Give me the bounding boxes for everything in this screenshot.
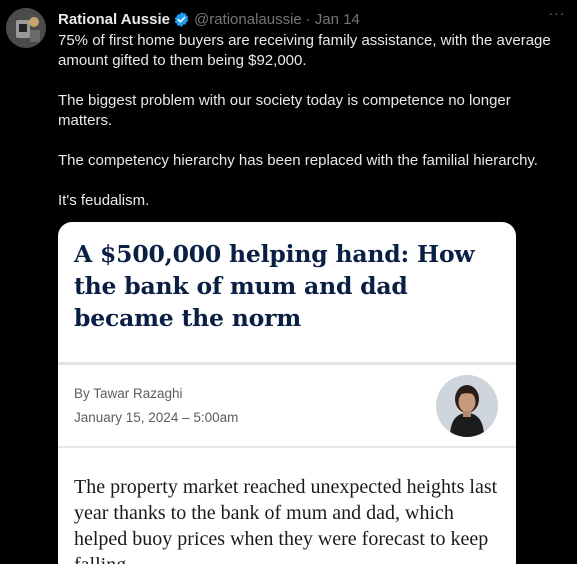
tweet[interactable]: Rational Aussie @rationalaussie · Jan 14… [0, 0, 577, 564]
card-divider [58, 446, 516, 448]
tweet-paragraph: It's feudalism. [58, 192, 150, 209]
author-name[interactable]: Rational Aussie [58, 11, 170, 28]
article-date: January 15, 2024 – 5:00am [74, 410, 239, 425]
author-handle[interactable]: @rationalaussie [194, 11, 302, 28]
more-horizontal-icon[interactable]: ··· [547, 6, 567, 24]
tweet-header: Rational Aussie @rationalaussie · Jan 14 [58, 9, 360, 29]
author-photo [436, 375, 498, 437]
author-avatar[interactable] [6, 8, 46, 48]
verified-badge-icon [173, 11, 190, 28]
tweet-date[interactable]: Jan 14 [315, 11, 360, 28]
article-card[interactable]: A $500,000 helping hand: How the bank of… [58, 222, 516, 564]
header-separator: · [305, 10, 311, 28]
tweet-paragraph: 75% of first home buyers are receiving f… [58, 32, 551, 69]
tweet-paragraph: The competency hierarchy has been replac… [58, 152, 538, 169]
article-byline: By Tawar Razaghi [74, 386, 183, 401]
article-headline: A $500,000 helping hand: How the bank of… [74, 240, 475, 332]
card-divider [58, 362, 516, 365]
tweet-text: 75% of first home buyers are receiving f… [58, 31, 568, 231]
article-body: The property market reached unexpected h… [74, 476, 498, 564]
tweet-paragraph: The biggest problem with our society tod… [58, 92, 511, 129]
